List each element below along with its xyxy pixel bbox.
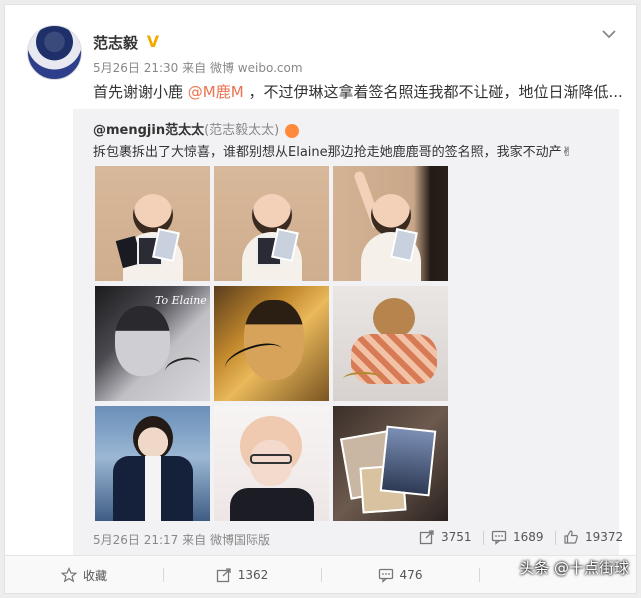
- divider: [479, 568, 480, 582]
- weibo-post-card: 范志毅 V 5月26日 21:30 来自 微博 weibo.com 首先谢谢小鹿…: [4, 4, 637, 594]
- photo-1[interactable]: [95, 166, 210, 281]
- photo-7[interactable]: [95, 406, 210, 521]
- comment-count: 476: [399, 568, 423, 582]
- repost-text-body: 拆包裹拆出了大惊喜，谁都别想从Elaine那边抢走她鹿鹿哥的签名照，我家不动产: [93, 145, 562, 160]
- repost-meta: 5月26日 21:17 来自 微博国际版: [93, 531, 270, 548]
- repost-header: @mengjin范太太(范志毅太太): [93, 119, 300, 138]
- comment-button[interactable]: 476: [321, 556, 479, 594]
- repost-text: 拆包裹拆出了大惊喜，谁都别想从Elaine那边抢走她鹿鹿哥的签名照，我家不动产✌: [93, 141, 573, 160]
- photo-4[interactable]: To Elaine: [95, 286, 210, 401]
- watermark-text: 头条 @十点街球: [519, 559, 629, 577]
- repost-user[interactable]: @mengjin范太太: [93, 123, 204, 138]
- repost-forward-count: 3751: [441, 530, 472, 544]
- post-source[interactable]: 微博 weibo.com: [210, 61, 303, 75]
- repost-comment-count: 1689: [513, 530, 544, 544]
- post-text-before: 首先谢谢小鹿: [93, 83, 188, 101]
- verified-badge-icon: V: [146, 32, 160, 51]
- divider: [483, 531, 484, 545]
- author-name[interactable]: 范志毅: [93, 32, 138, 53]
- post-text: 首先谢谢小鹿 @M鹿M ，不过伊琳这拿着签名照连我都不让碰，地位日渐降低...: [93, 81, 623, 102]
- forward-icon: [419, 530, 434, 545]
- post-time[interactable]: 5月26日 21:30: [93, 61, 178, 75]
- repost-source[interactable]: 微博国际版: [210, 533, 270, 547]
- repost-user-remark: (范志毅太太): [204, 123, 280, 138]
- author-avatar[interactable]: [27, 25, 82, 80]
- repost-count: 1362: [237, 568, 269, 582]
- favorite-label: 收藏: [82, 568, 107, 583]
- repost-like-button[interactable]: 19372: [563, 529, 623, 545]
- source-prefix: 来自: [182, 61, 207, 75]
- repost-comment-button[interactable]: 1689: [491, 529, 544, 545]
- victory-emoji-icon: ✌: [561, 145, 573, 160]
- comment-icon: [491, 530, 507, 545]
- favorite-button[interactable]: 收藏: [5, 556, 163, 594]
- repost-forward-button[interactable]: 3751: [419, 529, 472, 545]
- divider: [555, 531, 556, 545]
- photo-3[interactable]: [333, 166, 448, 281]
- repost-source-prefix: 来自: [182, 533, 207, 547]
- chevron-down-icon[interactable]: [600, 25, 618, 43]
- photo-signature-text: To Elaine: [155, 294, 207, 307]
- comment-icon: [378, 568, 393, 583]
- member-badge-icon: [285, 123, 300, 138]
- repost-like-count: 19372: [585, 530, 624, 544]
- photo-9[interactable]: [333, 406, 448, 521]
- star-icon: [60, 567, 77, 583]
- photo-2[interactable]: [214, 166, 329, 281]
- mention-link[interactable]: @M鹿M: [188, 83, 244, 101]
- photo-8[interactable]: [214, 406, 329, 521]
- repost-button[interactable]: 1362: [163, 556, 321, 594]
- reposted-weibo: @mengjin范太太(范志毅太太) 拆包裹拆出了大惊喜，谁都别想从Elaine…: [73, 109, 623, 555]
- post-text-after: ，不过伊琳这拿着签名照连我都不让碰，地位日渐降低...: [243, 83, 623, 101]
- photo-5[interactable]: [214, 286, 329, 401]
- repost-time[interactable]: 5月26日 21:17: [93, 533, 178, 547]
- photo-6[interactable]: [333, 286, 448, 401]
- post-meta: 5月26日 21:30 来自 微博 weibo.com: [93, 59, 303, 76]
- forward-icon: [216, 568, 231, 583]
- thumbs-up-icon: [564, 530, 578, 544]
